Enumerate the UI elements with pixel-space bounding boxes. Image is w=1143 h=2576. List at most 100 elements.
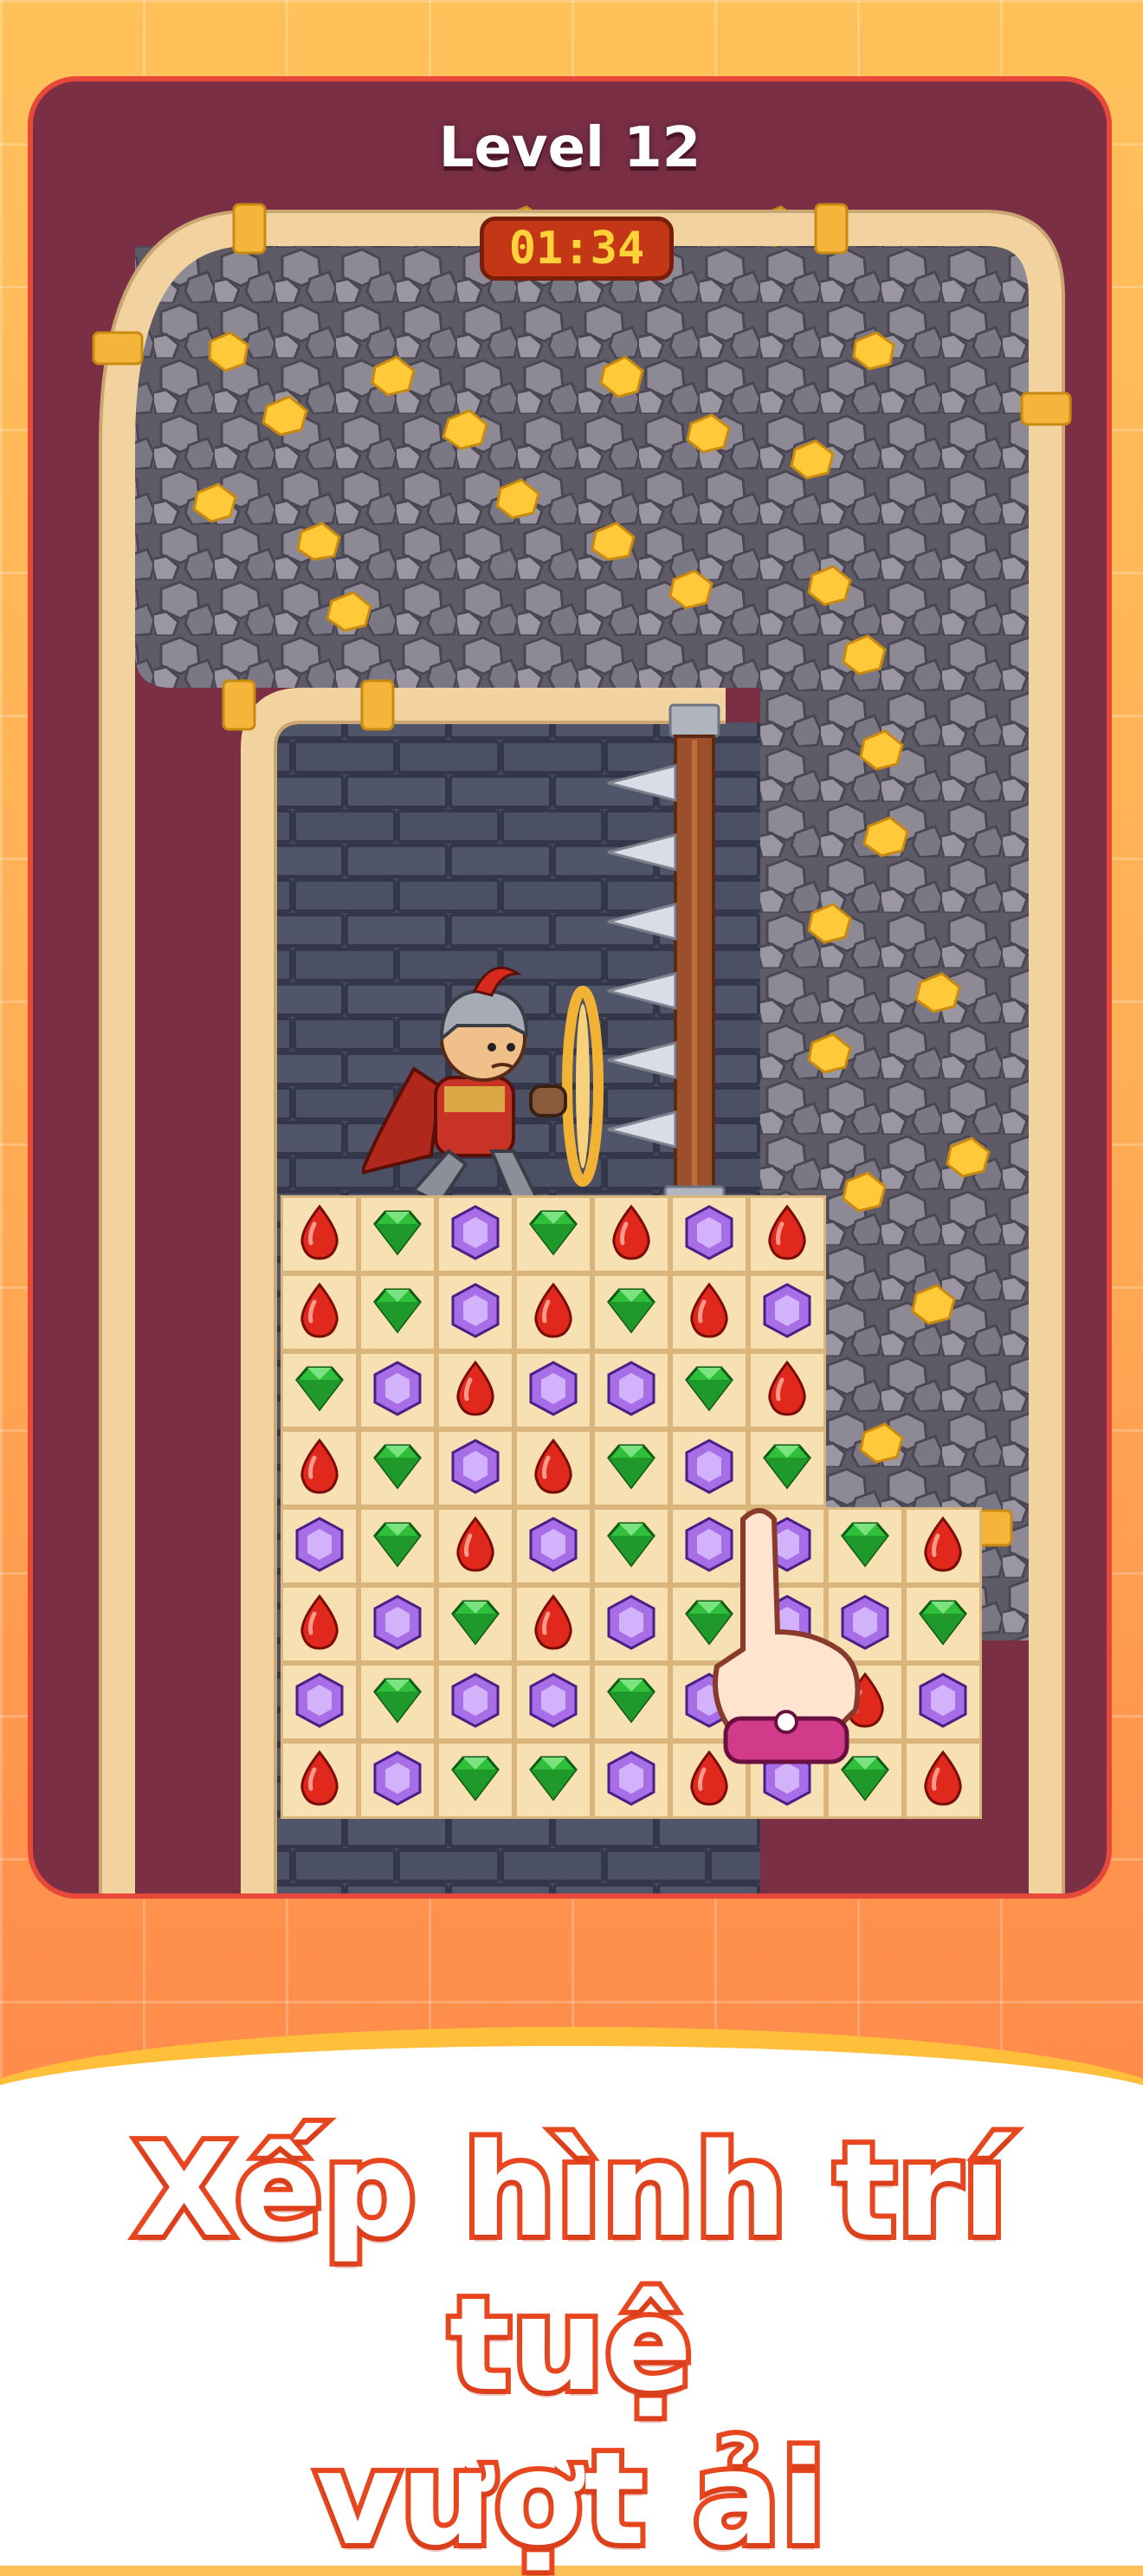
gem-tile-r1-c2[interactable] <box>358 1195 436 1273</box>
gem-tile-r7-c2[interactable] <box>358 1663 436 1741</box>
gem-tile-r5-c2[interactable] <box>358 1507 436 1585</box>
gem-tile-r7-c4[interactable] <box>514 1663 592 1741</box>
promo-tagline: Xếp hình trí tuệ vượt ải <box>0 2111 1143 2576</box>
red-gem-icon <box>522 1279 584 1345</box>
gem-tile-r2-c4[interactable] <box>514 1273 592 1351</box>
red-gem-icon <box>288 1591 351 1657</box>
gem-tile-r1-c6[interactable] <box>670 1195 748 1273</box>
green-gem-icon <box>366 1279 429 1345</box>
red-gem-icon <box>288 1435 351 1501</box>
green-gem-icon <box>600 1435 662 1501</box>
game-card: Level 12 01:34 <box>28 76 1112 1899</box>
gem-tile-r3-c7[interactable] <box>748 1351 826 1429</box>
red-gem-icon <box>444 1357 507 1423</box>
gem-tile-r4-c1[interactable] <box>281 1429 358 1507</box>
green-gem-icon <box>366 1513 429 1579</box>
green-gem-icon <box>444 1747 507 1813</box>
gem-ext-tile-r1-c2[interactable] <box>904 1507 982 1585</box>
gem-tile-r6-c2[interactable] <box>358 1585 436 1663</box>
gem-tile-r3-c2[interactable] <box>358 1351 436 1429</box>
gem-tile-r1-c7[interactable] <box>748 1195 826 1273</box>
green-gem-icon <box>444 1591 507 1657</box>
gem-tile-r4-c2[interactable] <box>358 1429 436 1507</box>
gem-tile-r6-c5[interactable] <box>592 1585 670 1663</box>
gem-tile-r3-c4[interactable] <box>514 1351 592 1429</box>
knight-hero <box>362 966 604 1206</box>
red-gem-icon <box>756 1357 818 1423</box>
gem-tile-r5-c3[interactable] <box>436 1507 514 1585</box>
gem-tile-r4-c5[interactable] <box>592 1429 670 1507</box>
purple-gem-icon <box>444 1435 507 1501</box>
red-gem-icon <box>288 1201 351 1267</box>
purple-gem-icon <box>366 1747 429 1813</box>
gem-tile-r8-c3[interactable] <box>436 1741 514 1819</box>
purple-gem-icon <box>600 1357 662 1423</box>
purple-gem-icon <box>444 1279 507 1345</box>
countdown-timer: 01:34 <box>480 217 674 281</box>
gem-tile-r5-c5[interactable] <box>592 1507 670 1585</box>
gem-tile-r2-c3[interactable] <box>436 1273 514 1351</box>
gem-tile-r7-c5[interactable] <box>592 1663 670 1741</box>
gem-tile-r4-c6[interactable] <box>670 1429 748 1507</box>
red-gem-icon <box>600 1201 662 1267</box>
gem-ext-tile-r2-c2[interactable] <box>904 1585 982 1663</box>
gem-tile-r2-c1[interactable] <box>281 1273 358 1351</box>
purple-gem-icon <box>444 1201 507 1267</box>
gem-tile-r3-c3[interactable] <box>436 1351 514 1429</box>
gem-tile-r6-c1[interactable] <box>281 1585 358 1663</box>
green-gem-icon <box>912 1591 974 1657</box>
red-gem-icon <box>288 1747 351 1813</box>
red-gem-icon <box>912 1513 974 1579</box>
green-gem-icon <box>600 1279 662 1345</box>
gem-tile-r2-c6[interactable] <box>670 1273 748 1351</box>
gem-tile-r1-c3[interactable] <box>436 1195 514 1273</box>
gem-tile-r6-c4[interactable] <box>514 1585 592 1663</box>
green-gem-icon <box>600 1513 662 1579</box>
purple-gem-icon <box>366 1357 429 1423</box>
purple-gem-icon <box>678 1435 740 1501</box>
gem-tile-r2-c7[interactable] <box>748 1273 826 1351</box>
purple-gem-icon <box>522 1357 584 1423</box>
gem-tile-r1-c4[interactable] <box>514 1195 592 1273</box>
purple-gem-icon <box>756 1279 818 1345</box>
red-gem-icon <box>444 1513 507 1579</box>
gem-tile-r3-c6[interactable] <box>670 1351 748 1429</box>
gem-tile-r8-c2[interactable] <box>358 1741 436 1819</box>
red-gem-icon <box>678 1279 740 1345</box>
purple-gem-icon <box>912 1669 974 1735</box>
gem-tile-r4-c7[interactable] <box>748 1429 826 1507</box>
gem-tile-r7-c3[interactable] <box>436 1663 514 1741</box>
gem-tile-r1-c5[interactable] <box>592 1195 670 1273</box>
purple-gem-icon <box>522 1513 584 1579</box>
green-gem-icon <box>678 1357 740 1423</box>
gem-tile-r2-c5[interactable] <box>592 1273 670 1351</box>
purple-gem-icon <box>678 1201 740 1267</box>
green-gem-icon <box>522 1201 584 1267</box>
gem-tile-r8-c1[interactable] <box>281 1741 358 1819</box>
gem-tile-r8-c4[interactable] <box>514 1741 592 1819</box>
gem-tile-r8-c5[interactable] <box>592 1741 670 1819</box>
gem-tile-r1-c1[interactable] <box>281 1195 358 1273</box>
promo-line-1: Xếp hình trí tuệ <box>130 2111 1012 2424</box>
gem-tile-r4-c3[interactable] <box>436 1429 514 1507</box>
green-gem-icon <box>366 1435 429 1501</box>
purple-gem-icon <box>366 1591 429 1657</box>
green-gem-icon <box>600 1669 662 1735</box>
red-gem-icon <box>288 1279 351 1345</box>
gem-tile-r2-c2[interactable] <box>358 1273 436 1351</box>
gem-tile-r3-c1[interactable] <box>281 1351 358 1429</box>
gem-tile-r5-c4[interactable] <box>514 1507 592 1585</box>
purple-gem-icon <box>288 1669 351 1735</box>
gem-tile-r4-c4[interactable] <box>514 1429 592 1507</box>
green-gem-icon <box>288 1357 351 1423</box>
gem-tile-r5-c1[interactable] <box>281 1507 358 1585</box>
green-gem-icon <box>366 1201 429 1267</box>
gem-tile-r6-c3[interactable] <box>436 1585 514 1663</box>
red-gem-icon <box>912 1747 974 1813</box>
gem-ext-tile-r3-c2[interactable] <box>904 1663 982 1741</box>
purple-gem-icon <box>600 1747 662 1813</box>
purple-gem-icon <box>522 1669 584 1735</box>
gem-ext-tile-r4-c2[interactable] <box>904 1741 982 1819</box>
gem-tile-r3-c5[interactable] <box>592 1351 670 1429</box>
gem-tile-r7-c1[interactable] <box>281 1663 358 1741</box>
